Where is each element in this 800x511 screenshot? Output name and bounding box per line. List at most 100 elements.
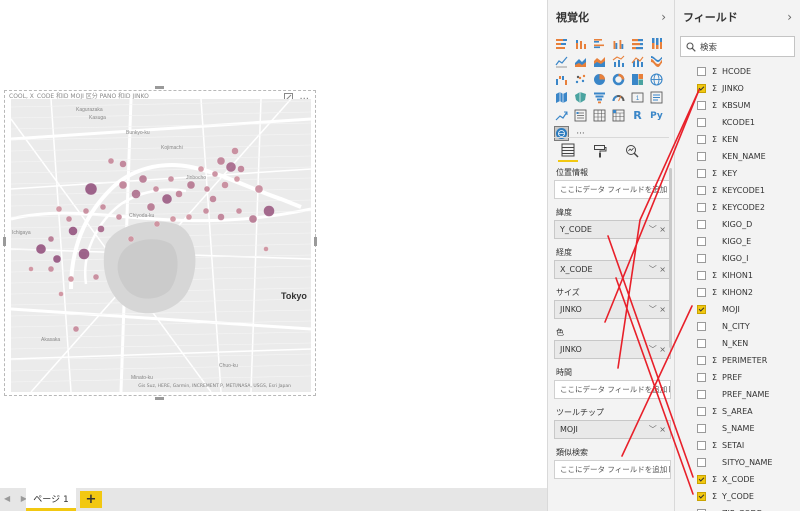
field-dropdown-remove-icons[interactable]: ﹀ × (649, 421, 666, 438)
slicer-icon[interactable] (573, 108, 588, 123)
field-checkbox[interactable] (697, 84, 706, 93)
field-checkbox[interactable] (697, 118, 706, 127)
scatter-chart-icon[interactable] (573, 72, 588, 87)
map-area[interactable]: Kagurazaka Kasuga Bunkyo-ku Chiyoda-ku Tokyo… (11, 99, 311, 392)
full-stacked-bar-icon[interactable] (630, 36, 645, 51)
field-item-hcode[interactable]: Σ HCODE (675, 63, 800, 80)
resize-handle-top[interactable] (155, 86, 164, 89)
collapse-fields-icon[interactable]: › (787, 10, 792, 24)
field-item-kihon2[interactable]: Σ KIHON2 (675, 284, 800, 301)
field-item-setai[interactable]: Σ SETAI (675, 437, 800, 454)
field-item-zip_code[interactable]: ZIP_CODE (675, 505, 800, 511)
matrix-icon[interactable] (611, 108, 626, 123)
field-checkbox[interactable] (697, 220, 706, 229)
field-checkbox[interactable] (697, 492, 706, 501)
well-field-pill-2[interactable]: X_CODE ﹀ × (554, 260, 671, 279)
report-canvas[interactable]: COOL, X_CODE 和ID MOJI 区分 PANO 和ID JINKO … (0, 0, 547, 488)
field-checkbox[interactable] (697, 237, 706, 246)
well-dropzone-5[interactable]: ここにデータ フィールドを追加して... (554, 380, 671, 399)
full-stacked-column-icon[interactable] (649, 36, 664, 51)
table-icon[interactable] (592, 108, 607, 123)
field-item-kigo_e[interactable]: KIGO_E (675, 233, 800, 250)
funnel-chart-icon[interactable] (592, 90, 607, 105)
page-tab-1[interactable]: ページ 1 (26, 488, 76, 511)
fields-tab-icon[interactable] (558, 140, 578, 162)
field-item-sityo_name[interactable]: SITYO_NAME (675, 454, 800, 471)
field-dropdown-remove-icons[interactable]: ﹀ × (649, 341, 666, 358)
arcgis-map-icon[interactable] (554, 126, 569, 141)
field-checkbox[interactable] (697, 288, 706, 297)
resize-handle-bottom[interactable] (155, 397, 164, 400)
field-item-pref[interactable]: Σ PREF (675, 369, 800, 386)
resize-handle-right[interactable] (314, 237, 317, 246)
field-checkbox[interactable] (697, 407, 706, 416)
analytics-magnifier-icon[interactable] (622, 140, 642, 162)
python-script-icon[interactable]: Py (649, 108, 664, 123)
field-checkbox[interactable] (697, 152, 706, 161)
gauge-icon[interactable] (611, 90, 626, 105)
field-item-kigo_d[interactable]: KIGO_D (675, 216, 800, 233)
field-checkbox[interactable] (697, 305, 706, 314)
multi-row-card-icon[interactable] (649, 90, 664, 105)
kpi-icon[interactable] (554, 108, 569, 123)
pie-chart-icon[interactable] (592, 72, 607, 87)
stacked-bar-chart-icon[interactable] (554, 36, 569, 51)
well-field-pill-4[interactable]: JINKO ﹀ × (554, 340, 671, 359)
field-item-keycode2[interactable]: Σ KEYCODE2 (675, 199, 800, 216)
field-checkbox[interactable] (697, 67, 706, 76)
field-item-kcode1[interactable]: KCODE1 (675, 114, 800, 131)
well-field-pill-1[interactable]: Y_CODE ﹀ × (554, 220, 671, 239)
field-dropdown-remove-icons[interactable]: ﹀ × (649, 261, 666, 278)
field-checkbox[interactable] (697, 271, 706, 280)
field-item-x_code[interactable]: Σ X_CODE (675, 471, 800, 488)
field-item-ken_name[interactable]: KEN_NAME (675, 148, 800, 165)
field-item-keycode1[interactable]: Σ KEYCODE1 (675, 182, 800, 199)
field-checkbox[interactable] (697, 135, 706, 144)
stacked-column-chart-icon[interactable] (573, 36, 588, 51)
line-and-stacked-column-icon[interactable] (630, 54, 645, 69)
field-dropdown-remove-icons[interactable]: ﹀ × (649, 221, 666, 238)
visualizations-scrollbar[interactable] (669, 168, 672, 348)
field-checkbox[interactable] (697, 424, 706, 433)
line-chart-icon[interactable] (554, 54, 569, 69)
field-item-moji[interactable]: MOJI (675, 301, 800, 318)
field-checkbox[interactable] (697, 458, 706, 467)
field-checkbox[interactable] (697, 186, 706, 195)
field-item-kigo_i[interactable]: KIGO_I (675, 250, 800, 267)
field-item-s_name[interactable]: S_NAME (675, 420, 800, 437)
add-page-button[interactable]: + (80, 491, 102, 508)
field-item-ken[interactable]: Σ KEN (675, 131, 800, 148)
field-checkbox[interactable] (697, 322, 706, 331)
filled-map-icon[interactable] (554, 90, 569, 105)
field-item-s_area[interactable]: Σ S_AREA (675, 403, 800, 420)
well-dropzone-0[interactable]: ここにデータ フィールドを追加して... (554, 180, 671, 199)
waterfall-chart-icon[interactable] (554, 72, 569, 87)
field-checkbox[interactable] (697, 475, 706, 484)
well-field-pill-6[interactable]: MOJI ﹀ × (554, 420, 671, 439)
field-item-n_ken[interactable]: N_KEN (675, 335, 800, 352)
field-item-y_code[interactable]: Σ Y_CODE (675, 488, 800, 505)
field-checkbox[interactable] (697, 390, 706, 399)
field-item-jinko[interactable]: Σ JINKO (675, 80, 800, 97)
field-item-key[interactable]: Σ KEY (675, 165, 800, 182)
shape-map-icon[interactable] (573, 90, 588, 105)
field-checkbox[interactable] (697, 101, 706, 110)
r-script-icon[interactable]: R (630, 108, 645, 123)
field-checkbox[interactable] (697, 441, 706, 450)
treemap-icon[interactable] (630, 72, 645, 87)
card-icon[interactable]: 1 (630, 90, 645, 105)
area-chart-icon[interactable] (573, 54, 588, 69)
map-visual[interactable]: COOL, X_CODE 和ID MOJI 区分 PANO 和ID JINKO … (3, 86, 317, 400)
donut-chart-icon[interactable] (611, 72, 626, 87)
field-checkbox[interactable] (697, 373, 706, 382)
more-visuals-icon[interactable]: ··· (573, 126, 588, 141)
field-item-kbsum[interactable]: Σ KBSUM (675, 97, 800, 114)
well-dropzone-7[interactable]: ここにデータ フィールドを追加して... (554, 460, 671, 479)
well-field-pill-3[interactable]: JINKO ﹀ × (554, 300, 671, 319)
fields-search-input[interactable]: 検索 (680, 36, 795, 57)
field-item-pref_name[interactable]: PREF_NAME (675, 386, 800, 403)
field-checkbox[interactable] (697, 339, 706, 348)
field-checkbox[interactable] (697, 254, 706, 263)
clustered-column-chart-icon[interactable] (611, 36, 626, 51)
stacked-area-chart-icon[interactable] (592, 54, 607, 69)
